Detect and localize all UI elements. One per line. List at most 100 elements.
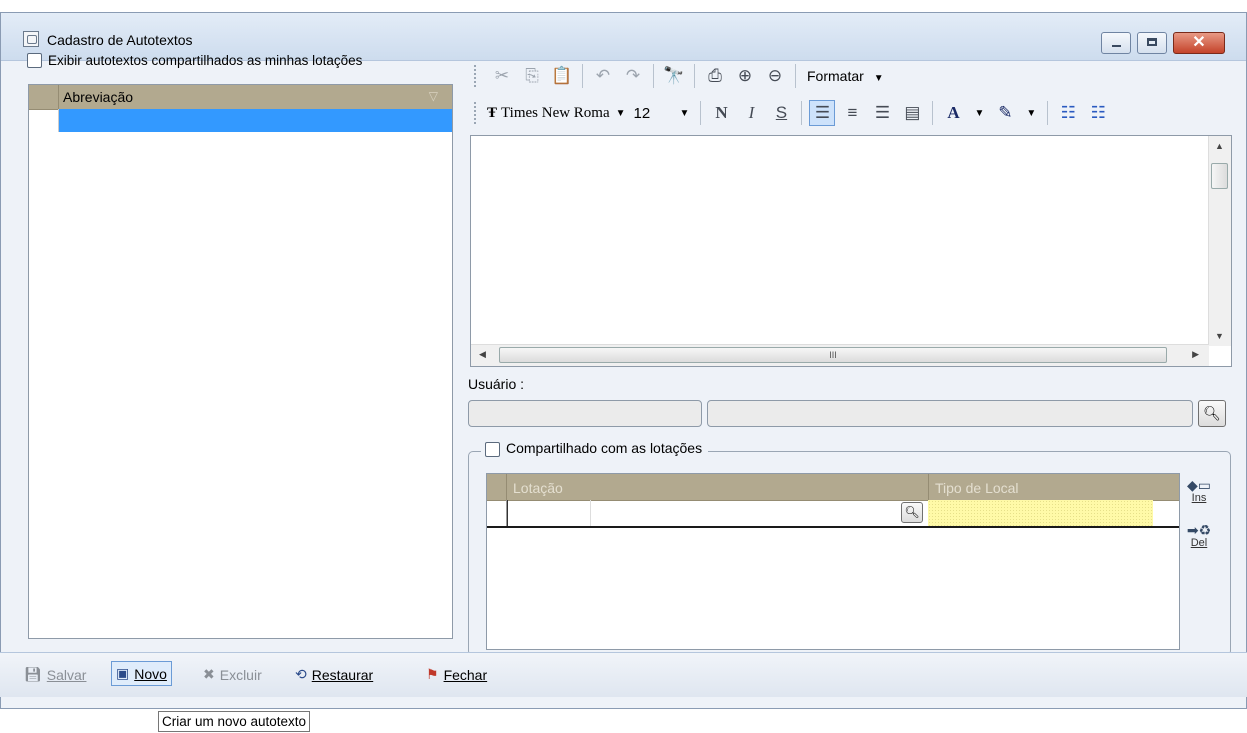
scroll-thumb[interactable]: III [499, 347, 1167, 363]
delete-button[interactable]: ✖ Excluir [203, 666, 262, 683]
row-indicator [29, 109, 59, 132]
scroll-up-icon[interactable]: ▲ [1215, 141, 1224, 151]
save-button[interactable]: 💾︎ Salvar [24, 666, 86, 683]
scroll-down-icon[interactable]: ▼ [1215, 331, 1224, 341]
chevron-down-icon[interactable]: ▼ [974, 108, 984, 119]
align-left-icon[interactable]: ☰ [809, 100, 836, 126]
show-shared-checkbox-row[interactable]: Exibir autotextos compartilhados as minh… [27, 52, 363, 69]
toolbar-separator [700, 101, 702, 125]
format-menu[interactable]: Formatar ▼ [807, 68, 890, 84]
shared-checkbox[interactable] [485, 441, 500, 457]
row-selector-header [487, 474, 507, 500]
delete-icon: ➡♻ [1186, 522, 1212, 538]
show-shared-checkbox[interactable] [27, 53, 42, 69]
scroll-left-icon[interactable]: ◀ [479, 349, 486, 360]
toolbar-separator [653, 64, 654, 88]
window-title: Cadastro de Autotextos [47, 32, 193, 48]
paste-icon[interactable]: 📋 [549, 63, 575, 89]
delete-label: Del [1190, 537, 1208, 549]
font-color-button[interactable]: A [940, 100, 966, 126]
app-icon [23, 31, 39, 47]
delete-row-button[interactable]: ➡♻ Del [1186, 523, 1212, 549]
edit-toolbar: ✂ ⎘ 📋 ↶ ↷ 🔭 ⎙ ⊕ ⊖ Formatar ▼ [474, 60, 890, 92]
redo-icon[interactable]: ↷ [620, 63, 646, 89]
vertical-scrollbar[interactable]: ▲ ▼ [1208, 136, 1231, 346]
user-name-field[interactable] [707, 400, 1193, 427]
lotacoes-grid[interactable]: Lotação Tipo de Local 🔍︎ [486, 473, 1180, 650]
abbreviation-column-header[interactable]: Abreviação [63, 89, 133, 105]
close-window-button[interactable]: ⚑ Fechar [426, 666, 487, 683]
tipo-local-column-header[interactable]: Tipo de Local [935, 480, 1019, 496]
restore-button[interactable]: ⟲ Restaurar [295, 666, 373, 683]
new-icon: ▣ [116, 665, 130, 681]
list-header: Abreviação ▽ [29, 85, 452, 110]
user-label: Usuário : [468, 376, 525, 392]
undo-icon[interactable]: ↶ [590, 63, 616, 89]
horizontal-scrollbar[interactable]: ◀ III ▶ [471, 344, 1209, 366]
chevron-down-icon[interactable]: ▼ [1026, 108, 1036, 119]
align-right-icon[interactable]: ☰ [869, 100, 895, 126]
column-divider[interactable] [928, 474, 929, 500]
underline-button[interactable]: S [768, 100, 794, 126]
print-icon[interactable]: ⎙ [702, 63, 728, 89]
save-label: Salvar [46, 666, 87, 683]
align-center-icon[interactable]: ≡ [839, 100, 865, 126]
user-search-button[interactable]: 🔍︎ [1198, 400, 1226, 427]
cell-divider [590, 500, 591, 526]
tipo-local-cell[interactable] [928, 500, 1153, 526]
lotacao-cell[interactable] [507, 500, 927, 526]
delete-icon: ✖ [203, 666, 215, 682]
shared-checkbox-row[interactable]: Compartilhado com as lotações [481, 440, 709, 457]
restore-label: Restaurar [311, 666, 374, 683]
toolbar-separator [582, 64, 583, 88]
toolbar-separator [1047, 101, 1049, 125]
toolbar-grip[interactable] [474, 65, 479, 87]
row-selector-header [29, 85, 59, 109]
truetype-icon: Ŧ [487, 104, 498, 121]
minimize-button[interactable] [1101, 32, 1131, 54]
exit-icon: ⚑ [426, 666, 439, 682]
toolbar-grip[interactable] [474, 102, 479, 124]
italic-button[interactable]: I [738, 100, 764, 126]
grid-header: Lotação Tipo de Local [487, 474, 1179, 501]
new-button[interactable]: ▣ Novo [111, 661, 172, 686]
zoom-in-icon[interactable]: ⊕ [732, 63, 758, 89]
restore-icon: ⟲ [295, 666, 307, 682]
highlight-icon[interactable]: ✎ [992, 100, 1018, 126]
zoom-out-icon[interactable]: ⊖ [762, 63, 788, 89]
insert-icon: ◆▭ [1187, 477, 1211, 493]
text-editor[interactable]: ▲ ▼ ◀ III ▶ [470, 135, 1232, 367]
find-icon[interactable]: 🔭 [661, 63, 687, 89]
chevron-down-icon[interactable]: ▼ [616, 108, 626, 119]
selected-row[interactable] [59, 109, 452, 132]
font-size-select[interactable]: 12 ▼ [632, 105, 696, 122]
numbered-list-icon[interactable]: ☷ [1085, 100, 1111, 126]
toolbar-separator [694, 64, 695, 88]
justify-icon[interactable]: ▤ [899, 100, 925, 126]
show-shared-label: Exibir autotextos compartilhados as minh… [48, 53, 363, 69]
close-button[interactable]: ✕ [1173, 32, 1225, 54]
insert-row-button[interactable]: ◆▭ Ins [1186, 478, 1212, 504]
cut-icon[interactable]: ✂ [489, 63, 515, 89]
user-code-field[interactable] [468, 400, 702, 427]
scroll-thumb[interactable] [1211, 163, 1228, 189]
scroll-right-icon[interactable]: ▶ [1192, 349, 1199, 360]
insert-label: Ins [1191, 492, 1207, 504]
close-label: Fechar [443, 666, 488, 683]
font-name-value: Times New Roma [501, 104, 610, 121]
search-icon: 🔍︎ [1203, 405, 1221, 421]
row-indicator [487, 500, 507, 526]
lotacao-column-header[interactable]: Lotação [513, 480, 563, 496]
autotext-list[interactable]: Abreviação ▽ [28, 84, 453, 639]
bullet-list-icon[interactable]: ☷ [1055, 100, 1081, 126]
chevron-down-icon: ▼ [873, 73, 884, 84]
bold-button[interactable]: N [708, 100, 734, 126]
lotacao-search-button[interactable]: 🔍︎ [901, 502, 923, 523]
font-name-select[interactable]: Ŧ Times New Roma ▼ [487, 105, 632, 122]
filter-icon[interactable]: ▽ [429, 89, 438, 103]
chevron-down-icon[interactable]: ▼ [680, 108, 690, 119]
table-row[interactable]: 🔍︎ [487, 500, 1179, 528]
search-icon: 🔍︎ [904, 505, 920, 519]
maximize-button[interactable] [1137, 32, 1167, 54]
copy-icon[interactable]: ⎘ [519, 63, 545, 89]
